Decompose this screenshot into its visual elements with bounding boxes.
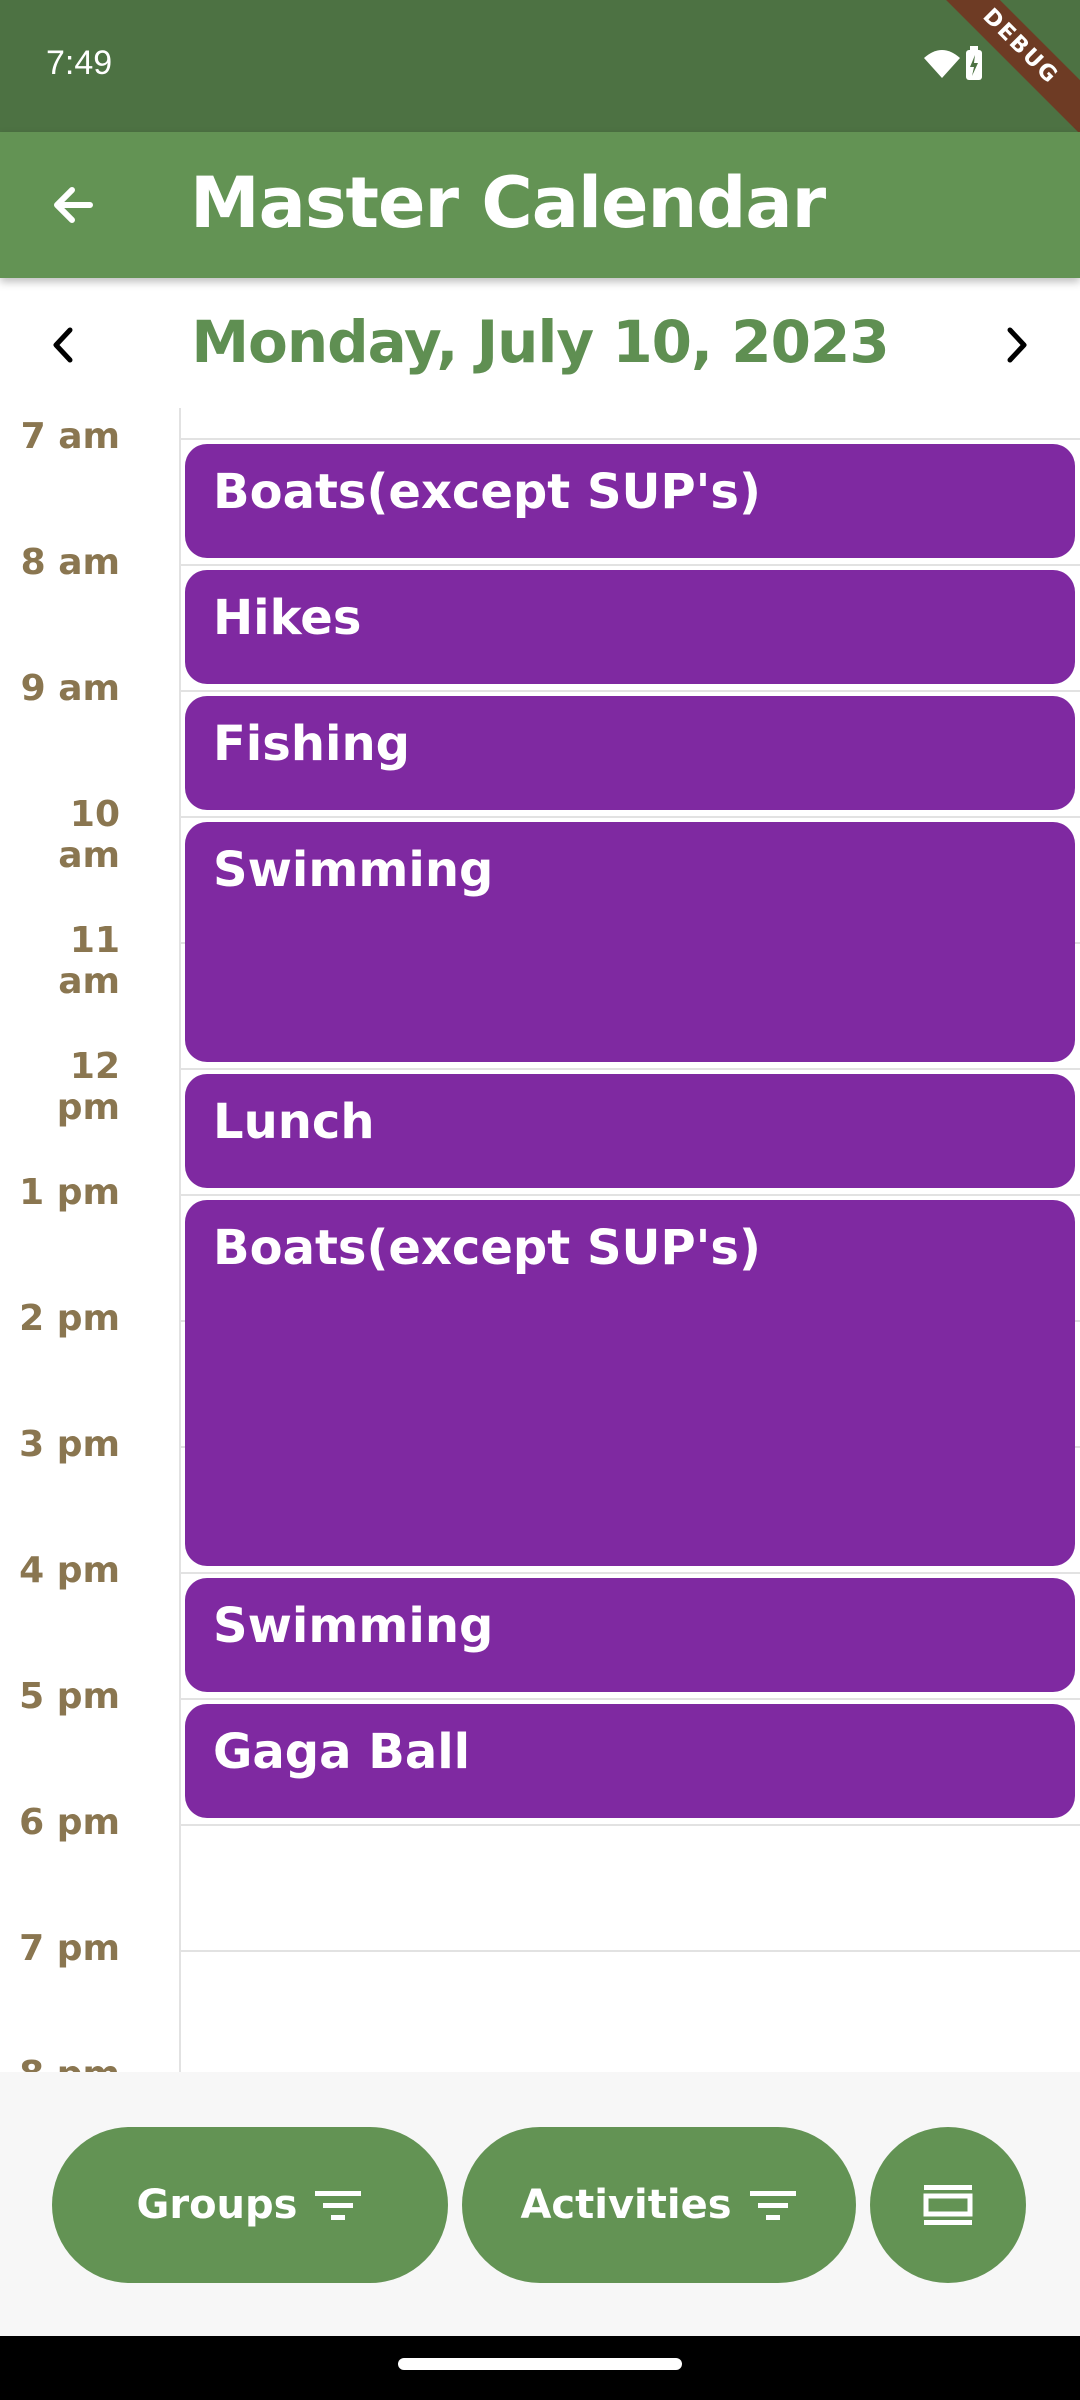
app-bar: Master Calendar [0,132,1080,278]
hour-gridline [181,564,1080,566]
hour-gridline [181,1194,1080,1196]
next-day-button[interactable] [992,320,1042,370]
hour-label: 9 am [20,668,120,709]
hour-label: 2 pm [19,1298,120,1339]
back-button[interactable] [40,172,106,238]
hour-gridline [181,1572,1080,1574]
event-title: Fishing [213,716,410,772]
calendar-event[interactable]: Swimming [185,1578,1075,1692]
groups-filter-button[interactable]: Groups [52,2127,448,2283]
hour-label: 1 pm [19,1172,120,1213]
view-toggle-button[interactable] [870,2127,1026,2283]
groups-label: Groups [136,2182,298,2228]
calendar-event[interactable]: Fishing [185,696,1075,810]
hour-label: 6 pm [19,1802,120,1843]
calendar-event[interactable]: Boats(except SUP's) [185,444,1075,558]
hour-label: 5 pm [19,1676,120,1717]
hour-label: 10 am [58,794,120,876]
calendar-event[interactable]: Boats(except SUP's) [185,1200,1075,1566]
event-title: Swimming [213,842,494,898]
calendar-event[interactable]: Hikes [185,570,1075,684]
hour-gridline [181,690,1080,692]
event-title: Boats(except SUP's) [213,464,761,520]
calendar-event[interactable]: Lunch [185,1074,1075,1188]
event-title: Boats(except SUP's) [213,1220,761,1276]
hour-gridline [181,1698,1080,1700]
event-title: Swimming [213,1598,494,1654]
hour-label: 3 pm [19,1424,120,1465]
day-timeline[interactable]: 7 am 8 am 9 am 10 am 11 am 12 pm 1 pm 2 pm 3 pm 4… [0,408,1080,2072]
system-navigation-bar [0,2336,1080,2400]
page-title: Master Calendar [190,162,826,244]
hour-label: 8 pm [0,2054,120,2072]
hour-label: 11 am [58,920,120,1002]
hour-label: 7 pm [19,1928,120,1969]
hour-label: 8 am [20,542,120,583]
date-navigation: Monday, July 10, 2023 [0,278,1080,408]
status-bar: 7:49 DEBUG [0,0,1080,153]
hour-label: 4 pm [19,1550,120,1591]
hour-gridline [181,1824,1080,1826]
view-agenda-icon [923,2185,973,2225]
hour-label: 12 pm [56,1046,120,1128]
wifi-battery-icon [924,46,982,80]
calendar-event[interactable]: Gaga Ball [185,1704,1075,1818]
activities-label: Activities [520,2182,732,2228]
activities-filter-button[interactable]: Activities [462,2127,856,2283]
status-time: 7:49 [46,44,113,82]
hour-gridline [181,1068,1080,1070]
hour-gridline [181,438,1080,440]
event-title: Hikes [213,590,362,646]
hour-label: 7 am [20,416,120,457]
status-icons [922,46,986,90]
filter-icon [749,2191,796,2220]
chevron-right-icon [1007,327,1027,363]
filter-icon [315,2191,362,2220]
event-title: Gaga Ball [213,1724,471,1780]
bottom-action-bar: Groups Activities [0,2072,1080,2336]
hour-gridline [181,1950,1080,1952]
calendar-event[interactable]: Swimming [185,822,1075,1062]
hour-gridline [181,816,1080,818]
event-title: Lunch [213,1094,375,1150]
home-gesture-handle[interactable] [398,2358,682,2370]
current-date: Monday, July 10, 2023 [191,308,889,376]
timeline-axis [179,408,181,2072]
arrow-back-icon [54,187,93,223]
